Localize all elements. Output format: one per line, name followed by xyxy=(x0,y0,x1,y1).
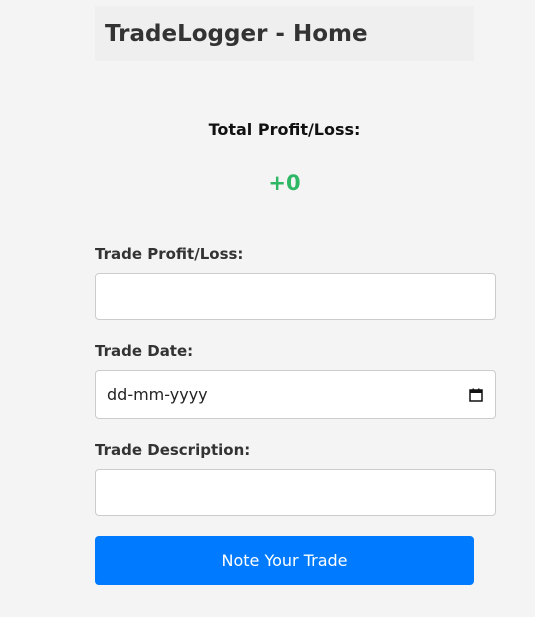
total-profit-loss-value: +0 xyxy=(268,171,301,195)
total-profit-loss-label: Total Profit/Loss: xyxy=(208,120,361,139)
calendar-icon[interactable] xyxy=(469,388,483,402)
page-header: TradeLogger - Home xyxy=(95,6,474,61)
trade-date-placeholder: dd-mm-yyyy xyxy=(107,385,208,404)
trade-date-input[interactable]: dd-mm-yyyy xyxy=(95,370,496,419)
trade-profit-loss-field-wrapper xyxy=(95,273,496,320)
page-title: TradeLogger - Home xyxy=(105,20,368,47)
page: TradeLogger - Home Total Profit/Loss: +0… xyxy=(0,0,535,617)
trade-description-label: Trade Description: xyxy=(95,441,251,459)
trade-profit-loss-label: Trade Profit/Loss: xyxy=(95,245,244,263)
trade-description-field-wrapper xyxy=(95,469,496,516)
note-trade-button[interactable]: Note Your Trade xyxy=(95,536,474,585)
trade-date-label: Trade Date: xyxy=(95,342,194,360)
trade-profit-loss-input[interactable] xyxy=(96,274,495,319)
trade-description-input[interactable] xyxy=(96,470,495,515)
